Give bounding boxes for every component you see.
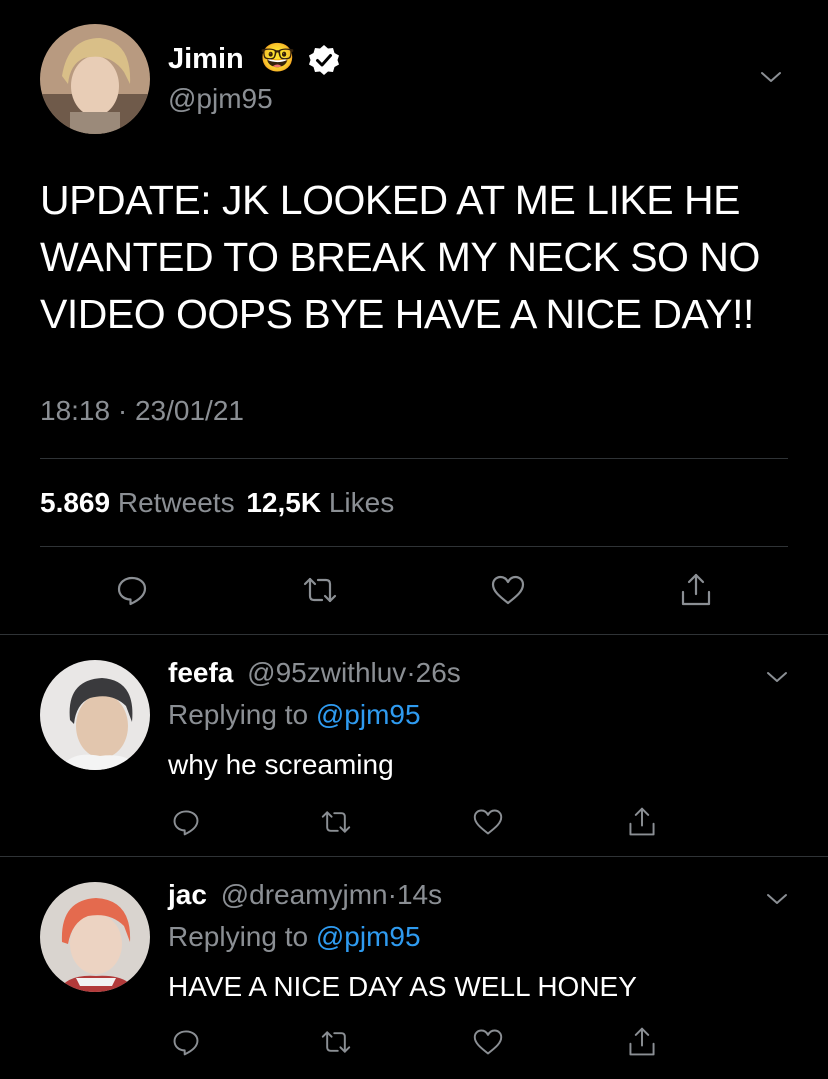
reply-button[interactable] — [168, 804, 204, 840]
reply-icon — [117, 576, 147, 606]
reply-author-name[interactable]: jac — [168, 879, 207, 910]
reply-text: why he screaming — [168, 749, 394, 780]
reply-author-handle[interactable]: @95zwithluv — [247, 657, 406, 688]
share-button[interactable] — [624, 1024, 660, 1060]
likes-stat[interactable]: 12,5K Likes — [246, 487, 394, 518]
reply-avatar-image — [40, 882, 150, 992]
reply-icon — [173, 1030, 199, 1056]
retweet-icon — [321, 811, 351, 833]
reply-author-name[interactable]: feefa — [168, 657, 233, 688]
share-icon — [681, 573, 711, 606]
reply-author-handle[interactable]: @dreamyjmn — [221, 879, 388, 910]
reply-header: feefa @95zwithluv·26s — [168, 656, 461, 690]
divider — [40, 546, 788, 547]
tweet-date: 23/01/21 — [134, 395, 244, 426]
reply-options-chevron-down-icon[interactable] — [766, 670, 788, 689]
like-icon — [473, 809, 503, 835]
author-avatar[interactable] — [40, 24, 150, 134]
verified-badge-icon — [308, 44, 340, 76]
tweet-stats: 5.869 Retweets 12,5K Likes — [40, 486, 394, 520]
tweet-timestamp: 18:18 · 23/01/21 — [40, 394, 244, 428]
reply-header: jac @dreamyjmn·14s — [168, 878, 442, 912]
share-button[interactable] — [678, 572, 714, 608]
retweet-button[interactable] — [302, 572, 338, 608]
like-icon — [473, 1029, 503, 1055]
tweet-options-chevron-down-icon[interactable] — [760, 70, 782, 89]
replying-to-prefix: Replying to — [168, 921, 309, 952]
reply-text: HAVE A NICE DAY AS WELL HONEY — [168, 971, 637, 1002]
divider — [0, 856, 828, 857]
like-button[interactable] — [470, 804, 506, 840]
reply-avatar-image — [40, 660, 150, 770]
like-icon — [491, 575, 525, 605]
replying-to: Replying to @pjm95 — [168, 698, 421, 732]
replying-to-handle[interactable]: @pjm95 — [316, 699, 421, 730]
author-avatar-image — [40, 24, 150, 134]
replying-to-handle[interactable]: @pjm95 — [316, 921, 421, 952]
share-icon — [629, 1027, 655, 1056]
reply-avatar[interactable] — [40, 660, 150, 770]
like-button[interactable] — [470, 1024, 506, 1060]
share-icon — [629, 807, 655, 836]
retweet-icon — [303, 577, 337, 603]
reply-avatar[interactable] — [40, 882, 150, 992]
tweet-text-line: UPDATE: JK LOOKED AT ME LIKE HE — [40, 177, 740, 223]
author-name[interactable]: Jimin — [168, 42, 244, 76]
retweet-button[interactable] — [318, 804, 354, 840]
reply-separator: · — [406, 657, 416, 688]
tweet-text-line: VIDEO OOPS BYE HAVE A NICE DAY!! — [40, 291, 754, 337]
reply-icon — [173, 810, 199, 836]
like-button[interactable] — [490, 572, 526, 608]
reply-button[interactable] — [168, 1024, 204, 1060]
reply-button[interactable] — [114, 572, 150, 608]
divider — [40, 458, 788, 459]
tweet-text: UPDATE: JK LOOKED AT ME LIKE HE WANTED T… — [40, 172, 760, 343]
likes-count: 12,5K — [246, 487, 322, 518]
tweet-time: 18:18 — [40, 395, 111, 426]
retweets-label: Retweets — [117, 487, 235, 518]
author-emoji: 🤓 — [260, 42, 295, 73]
retweet-button[interactable] — [318, 1024, 354, 1060]
replying-to: Replying to @pjm95 — [168, 920, 421, 954]
retweets-stat[interactable]: 5.869 Retweets — [40, 487, 242, 518]
divider — [0, 634, 828, 635]
author-handle[interactable]: @pjm95 — [168, 82, 273, 116]
retweets-count: 5.869 — [40, 487, 111, 518]
timestamp-separator: · — [117, 395, 128, 426]
likes-label: Likes — [328, 487, 395, 518]
reply-separator: · — [387, 879, 397, 910]
share-button[interactable] — [624, 804, 660, 840]
retweet-icon — [321, 1031, 351, 1053]
tweet-text-line: WANTED TO BREAK MY NECK SO NO — [40, 234, 760, 280]
reply-options-chevron-down-icon[interactable] — [766, 892, 788, 911]
replying-to-prefix: Replying to — [168, 699, 309, 730]
reply-time: 26s — [415, 657, 461, 688]
reply-time: 14s — [396, 879, 443, 910]
